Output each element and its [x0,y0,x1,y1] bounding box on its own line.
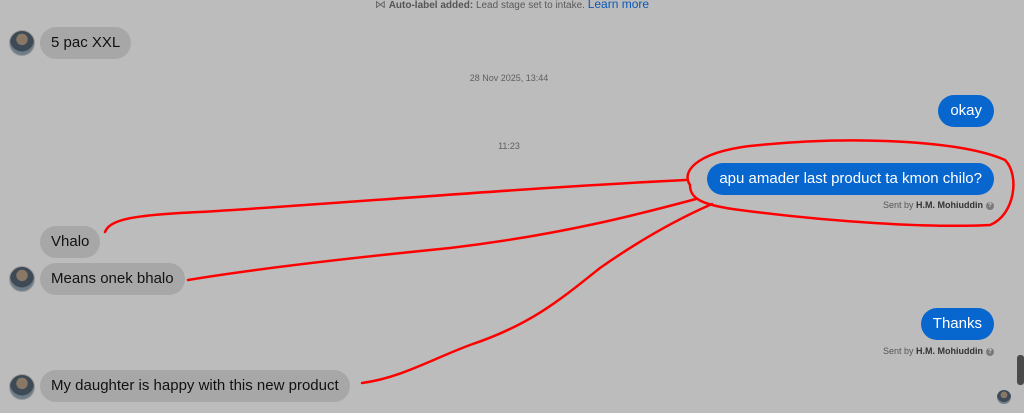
sent-by-label: Sent by H.M. Mohiuddin? [883,346,994,356]
incoming-message[interactable]: Vhalo [40,226,101,258]
annotation-line-means [186,197,698,282]
annotation-line-daughter [360,202,714,385]
contact-avatar[interactable] [9,266,35,292]
outgoing-message[interactable]: apu amader last product ta kmon chilo? [707,163,994,195]
sent-by-label: Sent by H.M. Mohiuddin? [883,200,994,210]
outgoing-message[interactable]: okay [938,95,994,127]
read-receipt-avatar [997,390,1011,404]
sent-by-name: H.M. Mohiuddin [916,346,983,356]
info-icon[interactable]: ? [986,201,994,210]
timestamp: 28 Nov 2025, 13:44 [469,73,549,83]
sent-by-prefix: Sent by [882,346,914,356]
incoming-message[interactable]: My daughter is happy with this new produ… [40,370,350,402]
scrollbar[interactable] [1017,355,1024,385]
tag-icon: ⋈ [374,0,386,11]
sent-by-prefix: Sent by [882,200,914,210]
auto-label-title: Auto-label added: [388,0,474,11]
annotation-line-vhalo [103,178,688,234]
annotation-drawing [103,139,1015,385]
contact-avatar[interactable] [9,30,35,56]
auto-label-text: Lead stage set to intake. [475,0,585,11]
auto-label-notice: ⋈ Auto-label added: Lead stage set to in… [0,0,1024,11]
learn-more-link[interactable]: Learn more [588,0,649,11]
incoming-message[interactable]: Means onek bhalo [40,263,185,295]
contact-avatar[interactable] [9,374,35,400]
incoming-message[interactable]: 5 pac XXL [40,27,132,59]
info-icon[interactable]: ? [986,347,994,356]
outgoing-message[interactable]: Thanks [920,308,994,340]
timestamp: 11:23 [498,141,520,151]
sent-by-name: H.M. Mohiuddin [916,200,983,210]
